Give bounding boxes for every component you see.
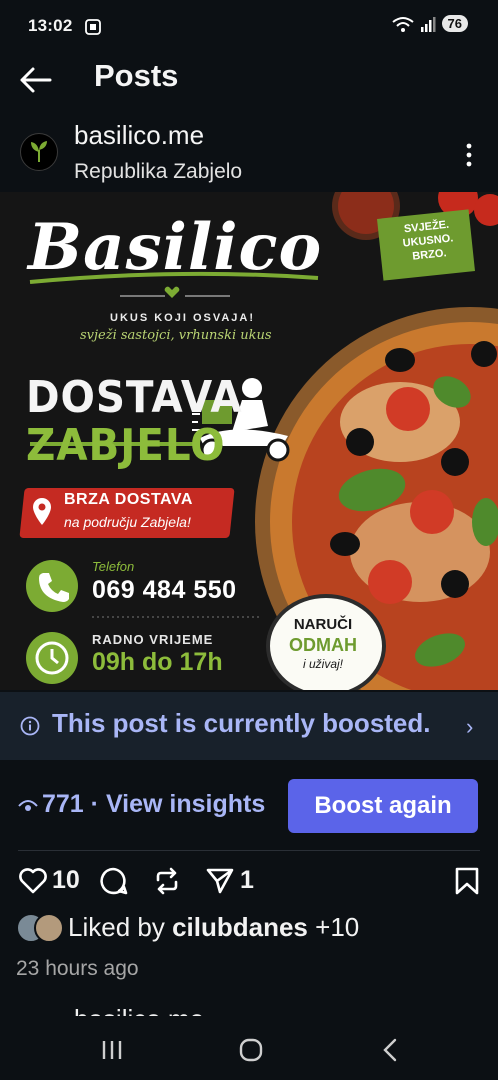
back-arrow-icon[interactable] — [18, 62, 54, 98]
views-count: 771 — [42, 790, 84, 818]
liked-by-suffix: +10 — [307, 912, 360, 942]
order-line-3: i uživaj! — [302, 657, 343, 671]
battery-indicator: 76 — [441, 15, 468, 32]
likes-count[interactable]: 10 — [52, 866, 80, 895]
status-bar: 13:02 76 — [0, 0, 498, 56]
comment-icon[interactable] — [98, 866, 128, 896]
page-title: Posts — [94, 58, 179, 93]
phone-icon — [39, 573, 69, 602]
status-time: 13:02 — [28, 16, 73, 35]
liker-avatar-2[interactable] — [34, 913, 64, 943]
subslogan: svježi sastojci, vrhunski ukus — [80, 328, 272, 343]
brand-title: Basilico — [28, 210, 323, 285]
insights-label: · View insights — [90, 790, 266, 818]
boost-again-button[interactable]: Boost again — [288, 779, 478, 833]
order-line-2: ODMAH — [289, 635, 357, 655]
status-indicators: 76 — [391, 15, 468, 32]
screenshot-icon — [85, 19, 101, 35]
account-location[interactable]: Republika Zabjelo — [74, 160, 242, 184]
headline-zabjelo: ZABJELO — [26, 420, 226, 471]
delivery-title: BRZA DOSTAVA — [64, 491, 193, 508]
basil-leaf-icon — [31, 141, 47, 162]
phone-icon-circle — [26, 560, 78, 612]
hours-value: 09h do 17h — [92, 648, 223, 676]
liked-by-user[interactable]: cilubdanes — [172, 912, 308, 942]
slogan: UKUS KOJI OSVAJA! — [110, 312, 256, 324]
divider — [18, 850, 480, 851]
eye-icon — [18, 800, 38, 811]
back-nav-icon[interactable] — [370, 1030, 410, 1070]
hours-label: RADNO VRIJEME — [92, 632, 214, 647]
liked-by-text[interactable]: Liked by cilubdanes +10 — [68, 912, 359, 943]
account-avatar[interactable] — [20, 133, 58, 171]
view-insights-link[interactable]: 771 · View insights — [42, 790, 265, 819]
info-icon — [20, 716, 40, 736]
home-icon[interactable] — [231, 1030, 271, 1070]
phone-number: 069 484 550 — [92, 576, 237, 604]
boosted-text[interactable]: This post is currently boosted. — [52, 708, 431, 739]
liked-by-prefix: Liked by — [68, 912, 173, 942]
account-name[interactable]: basilico.me — [74, 120, 204, 151]
delivery-sub: na području Zabjela! — [64, 514, 191, 530]
shares-count[interactable]: 1 — [240, 866, 254, 895]
more-options-icon[interactable] — [460, 142, 478, 168]
signal-icon — [420, 16, 436, 32]
headline-dostava: DOSTAVA — [26, 372, 243, 423]
bookmark-icon[interactable] — [452, 866, 482, 896]
heart-icon[interactable] — [18, 866, 48, 896]
system-nav-bar — [0, 1016, 498, 1080]
order-line-1: NARUČI — [293, 616, 353, 633]
recent-apps-icon[interactable] — [92, 1030, 132, 1070]
chevron-right-icon[interactable]: › — [466, 714, 473, 740]
post-time: 23 hours ago — [16, 957, 139, 980]
repost-icon[interactable] — [152, 866, 182, 896]
clock-icon-circle — [26, 632, 78, 684]
badge-text: SVJEŽE. UKUSNO. BRZO. — [386, 216, 470, 266]
location-pin-icon — [33, 498, 51, 525]
share-send-icon[interactable] — [205, 866, 235, 896]
clock-icon — [35, 641, 69, 675]
phone-label: Telefon — [92, 559, 135, 574]
post-image[interactable]: Basilico UKUS KOJI OSVAJA! svježi sastoj… — [0, 192, 498, 690]
wifi-icon — [391, 16, 414, 32]
